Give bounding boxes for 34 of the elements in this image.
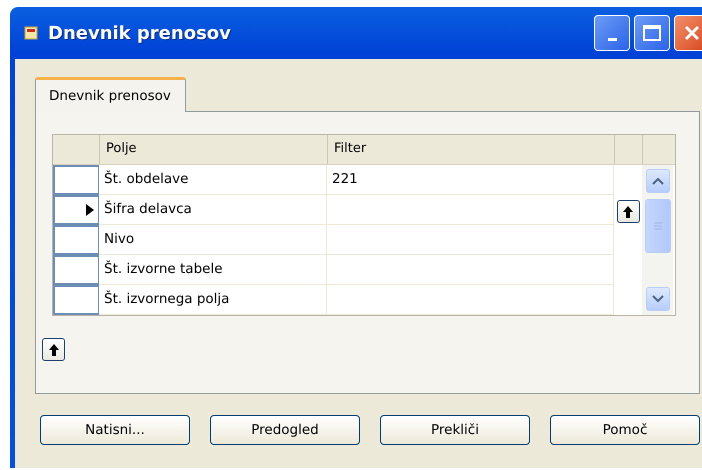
minimize-icon <box>608 38 616 40</box>
table-cell: Nivo <box>99 225 327 255</box>
maximize-icon <box>642 24 662 42</box>
app-icon <box>24 26 38 40</box>
move-up-button[interactable] <box>616 200 640 223</box>
window-title: Dnevnik prenosov <box>48 22 232 44</box>
table-cell: Št. izvorne tabele <box>99 255 327 285</box>
chevron-down-icon <box>652 295 664 303</box>
row-selector[interactable] <box>53 195 99 225</box>
grip-icon <box>654 222 662 230</box>
arrow-up-icon <box>48 342 60 356</box>
close-icon <box>683 24 701 42</box>
chevron-up-icon <box>652 177 664 185</box>
scrollbar[interactable] <box>642 165 673 315</box>
column-header[interactable]: Filter <box>327 135 614 164</box>
dialog-button[interactable]: Pomoč <box>550 415 700 445</box>
dialog-button[interactable]: Natisni... <box>40 415 190 445</box>
scroll-down-button[interactable] <box>646 287 670 311</box>
table-cell: Šifra delavca <box>99 195 327 225</box>
maximize-button[interactable] <box>634 15 670 51</box>
scroll-thumb[interactable] <box>644 199 670 253</box>
table-cell: Št. izvornega polja <box>99 285 327 315</box>
table-cell: Št. obdelave <box>99 165 327 195</box>
scroll-up-button[interactable] <box>646 169 670 193</box>
dialog-button[interactable]: Prekliči <box>380 415 530 445</box>
column-header[interactable]: Polje <box>99 135 327 164</box>
current-row-icon <box>86 204 94 216</box>
arrow-up-icon <box>622 204 634 218</box>
dialog-button[interactable]: Predogled <box>210 415 360 445</box>
tab[interactable]: Dnevnik prenosov <box>35 77 186 112</box>
table-cell: 221 <box>327 165 614 195</box>
move-up-button[interactable] <box>42 338 65 361</box>
minimize-button[interactable] <box>594 15 630 51</box>
close-button[interactable] <box>674 15 702 51</box>
